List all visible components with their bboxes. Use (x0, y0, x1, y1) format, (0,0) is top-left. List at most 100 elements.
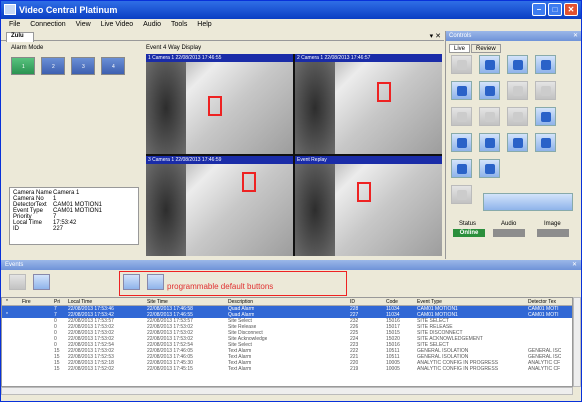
tab-review[interactable]: Review (471, 44, 501, 53)
info-key: ID (13, 226, 19, 232)
table-cell: ANALYTIC CONFIG IN PROGRESS (417, 366, 499, 372)
globe-icon[interactable] (535, 107, 556, 126)
alarm-mode-button-2[interactable]: 2 (41, 57, 65, 75)
alarm-mode-button-4[interactable]: 4 (101, 57, 125, 75)
menu-live-video[interactable]: Live Video (101, 21, 134, 28)
zoom-icon[interactable] (479, 159, 500, 178)
audio-label: Audio (501, 221, 517, 227)
window-title: Video Central Platinum (19, 5, 118, 15)
controls-title: Controls (449, 33, 472, 39)
table-cell: 219 (350, 366, 359, 372)
ptz-control-icon[interactable] (451, 55, 472, 74)
menu-help[interactable]: Help (197, 21, 211, 28)
table-cell: 22/08/2013 17:45:15 (147, 366, 193, 372)
alarm-mode-button-3[interactable]: 3 (71, 57, 95, 75)
tab-zulu[interactable]: Zulu (6, 32, 34, 42)
display-label: Event 4 Way Display (146, 45, 202, 51)
video-pane-4[interactable]: Event Replay (295, 156, 442, 256)
previous-icon[interactable] (451, 185, 472, 204)
image-label: Image (544, 221, 561, 227)
motion-box (208, 96, 222, 116)
close-icon[interactable]: ✕ (572, 260, 577, 270)
relay-icon[interactable] (507, 133, 528, 152)
video-grid: 1 Camera 1 22/08/2013 17:46:55 2 Camera … (146, 54, 442, 256)
close-button[interactable]: ✕ (564, 3, 578, 16)
cursor-icon[interactable] (507, 107, 528, 126)
audio-talk-button[interactable] (483, 193, 573, 211)
column-header[interactable]: Description (228, 299, 253, 305)
events-table: * Fire Pri Local Time Site Time Description ID… (1, 297, 573, 387)
signal-icon[interactable] (479, 107, 500, 126)
column-header[interactable]: Site Time (147, 299, 168, 305)
tab-live[interactable]: Live (449, 44, 471, 53)
menu-audio[interactable]: Audio (143, 21, 161, 28)
column-header[interactable]: Detector Tex (528, 299, 556, 305)
horizontal-scrollbar[interactable] (1, 387, 573, 395)
controls-header: Controls ✕ (446, 31, 581, 41)
video-pane-3[interactable]: 3 Camera 1 22/08/2013 17:46:59 (146, 156, 293, 256)
app-icon (4, 4, 16, 15)
motion-box (357, 182, 371, 202)
close-icon[interactable]: ✕ (573, 31, 578, 41)
column-header[interactable]: Pri (54, 299, 60, 305)
table-cell: 10005 (386, 366, 400, 372)
alarm-mode-button-1[interactable]: 1 (11, 57, 35, 75)
column-header[interactable]: Code (386, 299, 398, 305)
table-cell: 22/08/2013 17:52:02 (68, 366, 114, 372)
table-cell: Text Alarm (228, 366, 252, 372)
column-header[interactable]: Event Type (417, 299, 442, 305)
vertical-scrollbar[interactable] (573, 297, 581, 387)
export-icon[interactable] (535, 81, 556, 100)
camera-icon[interactable] (451, 81, 472, 100)
pane-caption: 2 Camera 1 22/08/2013 17:46:57 (295, 54, 442, 62)
pane-caption: Event Replay (295, 156, 442, 164)
layout-icon[interactable] (451, 159, 472, 178)
info-value: 227 (53, 226, 64, 232)
events-title: Events (5, 262, 24, 268)
app-window: Video Central Platinum – □ ✕ File Connec… (0, 0, 582, 402)
table-cell: 15 (54, 366, 60, 372)
events-header: Events ✕ (1, 260, 581, 270)
menu-file[interactable]: File (9, 21, 20, 28)
table-header: * Fire Pri Local Time Site Time Description ID… (2, 298, 572, 306)
pane-caption: 1 Camera 1 22/08/2013 17:46:55 (146, 54, 293, 62)
tree-shadow (295, 164, 335, 256)
tab-close-icon[interactable]: ▾ ✕ (430, 32, 441, 40)
grid-icon[interactable] (507, 81, 528, 100)
acknowledge-icon[interactable] (9, 274, 26, 290)
pause-icon[interactable] (479, 81, 500, 100)
minimize-button[interactable]: – (532, 3, 546, 16)
audio-status-bar (493, 229, 525, 237)
column-header[interactable]: * (6, 299, 8, 305)
person-icon[interactable] (33, 274, 50, 290)
menu-bar: File Connection View Live Video Audio To… (1, 19, 581, 31)
table-cell: ANALYTIC CF (528, 366, 561, 372)
menu-tools[interactable]: Tools (171, 21, 187, 28)
column-header[interactable]: ID (350, 299, 355, 305)
info-row: ID 227 (13, 226, 135, 232)
video-pane-2[interactable]: 2 Camera 1 22/08/2013 17:46:57 (295, 54, 442, 154)
status-badge: Online (453, 229, 485, 237)
document-icon[interactable] (507, 55, 528, 74)
key-icon[interactable] (479, 133, 500, 152)
menu-connection[interactable]: Connection (30, 21, 65, 28)
home-icon[interactable] (479, 55, 500, 74)
annotation-text: programmable default buttons (167, 282, 274, 291)
column-header[interactable]: Local Time (68, 299, 92, 305)
alarm-button-label: 2 (52, 64, 55, 70)
column-header[interactable]: Fire (22, 299, 31, 305)
maximize-button[interactable]: □ (548, 3, 562, 16)
motion-box (242, 172, 256, 192)
menu-view[interactable]: View (76, 21, 91, 28)
eye-icon[interactable] (535, 133, 556, 152)
pane-caption: 3 Camera 1 22/08/2013 17:46:59 (146, 156, 293, 164)
alarm-mode-label: Alarm Mode (11, 45, 44, 51)
alarm-button-label: 3 (82, 64, 85, 70)
record-icon[interactable] (451, 107, 472, 126)
disk-icon[interactable] (451, 133, 472, 152)
return-icon[interactable] (535, 55, 556, 74)
tree-shadow (295, 62, 335, 154)
video-pane-1[interactable]: 1 Camera 1 22/08/2013 17:46:55 (146, 54, 293, 154)
table-row[interactable]: 15 22/08/2013 17:52:02 22/08/2013 17:45:15… (2, 366, 572, 372)
table-body: 7 22/08/2013 17:53:46 22/08/2013 17:46:58 Q… (2, 306, 572, 372)
